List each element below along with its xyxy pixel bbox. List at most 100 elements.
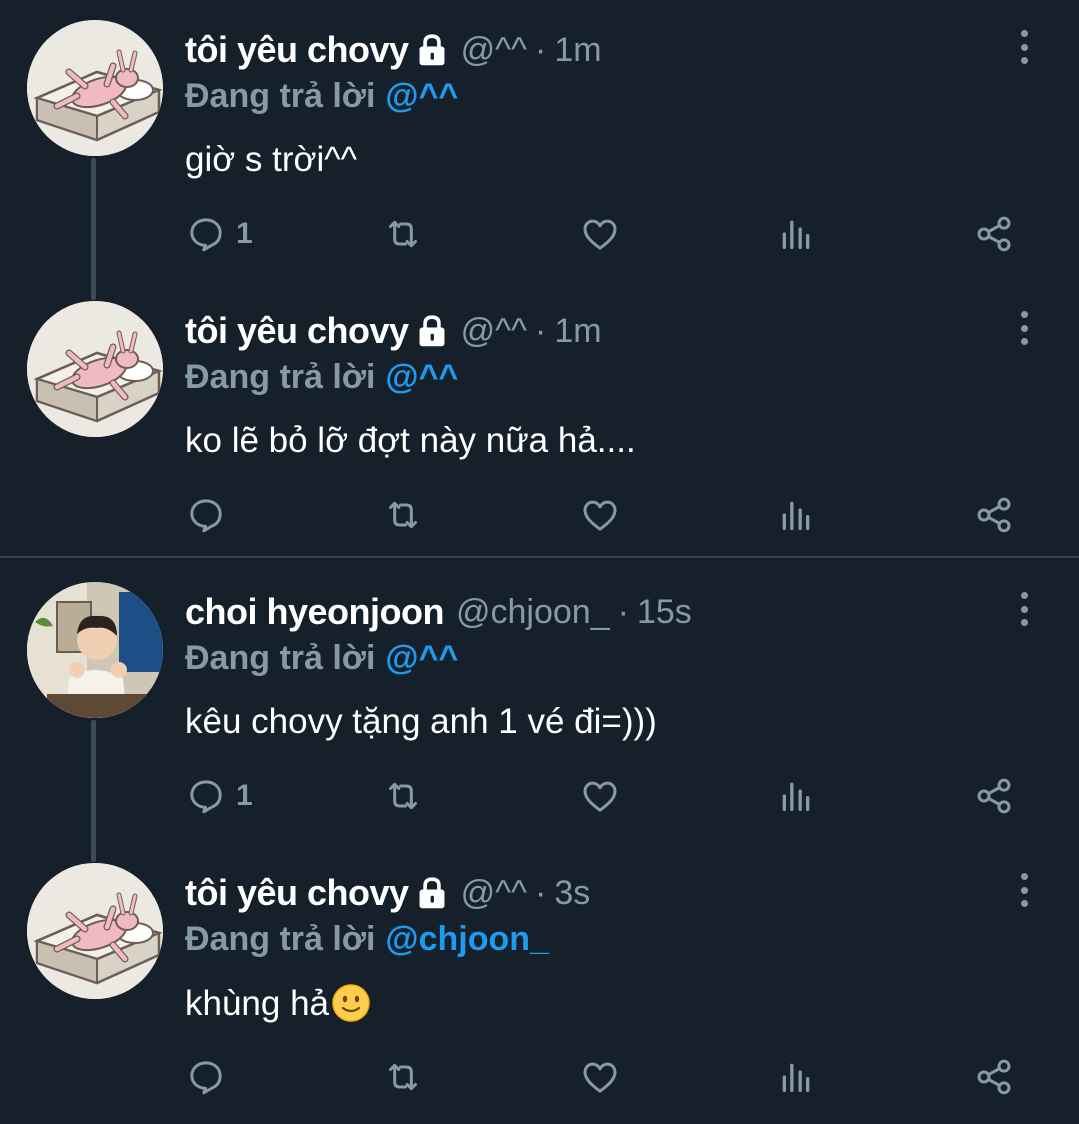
stats-icon [776,214,816,254]
reply-mention-link[interactable]: @^^ [385,358,458,397]
stats-button[interactable] [776,214,816,254]
slightly-smiling-face-icon [332,984,370,1022]
retweet-icon [383,776,423,816]
reply-button[interactable]: 1 [186,214,253,254]
tweet[interactable]: tôi yêu chovy @^^ · 1m Đang trả lời @^^ … [0,281,1079,562]
like-button[interactable] [580,495,620,535]
replying-to-label: Đang trả lời [185,76,376,115]
tweet-text: ko lẽ bỏ lỡ đợt này nữa hả.... [185,421,636,460]
reply-icon [186,495,226,535]
like-button[interactable] [580,1057,620,1097]
tweet-actions [0,1039,1079,1119]
reply-button[interactable] [186,1057,226,1097]
stats-button[interactable] [776,1057,816,1097]
tweet-actions: 1 [0,196,1079,276]
person-avatar-image [27,582,163,718]
replying-to-label: Đang trả lời [185,357,376,396]
avatar[interactable] [27,20,163,156]
reply-count: 1 [236,779,253,812]
share-icon [974,214,1014,254]
more-icon[interactable] [1008,311,1040,345]
more-icon[interactable] [1008,873,1040,907]
like-button[interactable] [580,776,620,816]
lock-icon [415,32,449,68]
handle[interactable]: @^^ [461,31,527,70]
more-icon[interactable] [1008,592,1040,626]
share-button[interactable] [974,776,1014,816]
retweet-button[interactable] [383,495,423,535]
display-name[interactable]: tôi yêu chovy [185,872,409,914]
replying-to: Đang trả lời @^^ [185,74,458,118]
avatar[interactable] [27,582,163,718]
lock-icon [415,875,449,911]
tweet-text: kêu chovy tặng anh 1 vé đi=))) [185,702,657,741]
handle[interactable]: @chjoon_ [456,593,610,632]
replying-to-label: Đang trả lời [185,638,376,677]
tweet[interactable]: choi hyeonjoon @chjoon_ · 15s Đang trả l… [0,562,1079,862]
reply-mention-link[interactable]: @chjoon_ [385,920,549,959]
display-name[interactable]: tôi yêu chovy [185,29,409,71]
tweet-header: tôi yêu chovy @^^ · 3s [185,871,590,915]
tweet-text: giờ s trời^^ [185,140,358,179]
bunny-avatar-image [27,20,163,156]
timestamp[interactable]: 1m [554,312,601,351]
stats-icon [776,495,816,535]
display-name[interactable]: tôi yêu chovy [185,310,409,352]
retweet-button[interactable] [383,1057,423,1097]
retweet-icon [383,214,423,254]
separator-dot: · [535,30,547,69]
timestamp[interactable]: 15s [637,593,692,632]
share-button[interactable] [974,214,1014,254]
reply-icon [186,776,226,816]
tweet-actions [0,477,1079,557]
lock-icon [415,313,449,349]
stats-icon [776,776,816,816]
replying-to: Đang trả lời @^^ [185,636,458,680]
conversation-divider [0,556,1079,558]
handle[interactable]: @^^ [461,312,527,351]
share-button[interactable] [974,495,1014,535]
reply-mention-link[interactable]: @^^ [385,77,458,116]
bunny-avatar-image [27,301,163,437]
heart-icon [580,1057,620,1097]
tweet[interactable]: tôi yêu chovy @^^ · 1m Đang trả lời @^^ … [0,0,1079,300]
retweet-button[interactable] [383,776,423,816]
heart-icon [580,495,620,535]
tweet-header: tôi yêu chovy @^^ · 1m [185,309,602,353]
share-icon [974,495,1014,535]
separator-dot: · [535,873,547,912]
tweet-actions: 1 [0,758,1079,838]
reply-icon [186,214,226,254]
reply-count: 1 [236,217,253,250]
retweet-icon [383,1057,423,1097]
retweet-icon [383,495,423,535]
reply-button[interactable] [186,495,226,535]
heart-icon [580,776,620,816]
replying-to-label: Đang trả lời [185,919,376,958]
avatar[interactable] [27,301,163,437]
bunny-avatar-image [27,863,163,999]
stats-button[interactable] [776,776,816,816]
stats-button[interactable] [776,495,816,535]
heart-icon [580,214,620,254]
handle[interactable]: @^^ [461,874,527,913]
tweet-header: tôi yêu chovy @^^ · 1m [185,28,602,72]
tweet-header: choi hyeonjoon @chjoon_ · 15s [185,590,692,634]
reply-icon [186,1057,226,1097]
timestamp[interactable]: 1m [554,31,601,70]
separator-dot: · [535,311,547,350]
more-icon[interactable] [1008,30,1040,64]
stats-icon [776,1057,816,1097]
retweet-button[interactable] [383,214,423,254]
replying-to: Đang trả lời @^^ [185,355,458,399]
reply-mention-link[interactable]: @^^ [385,639,458,678]
tweet-text-content: khùng hả [185,984,330,1023]
tweet[interactable]: tôi yêu chovy @^^ · 3s Đang trả lời @chj… [0,843,1079,1124]
share-button[interactable] [974,1057,1014,1097]
like-button[interactable] [580,214,620,254]
display-name[interactable]: choi hyeonjoon [185,591,445,633]
reply-button[interactable]: 1 [186,776,253,816]
avatar[interactable] [27,863,163,999]
timestamp[interactable]: 3s [554,874,590,913]
separator-dot: · [617,592,629,631]
